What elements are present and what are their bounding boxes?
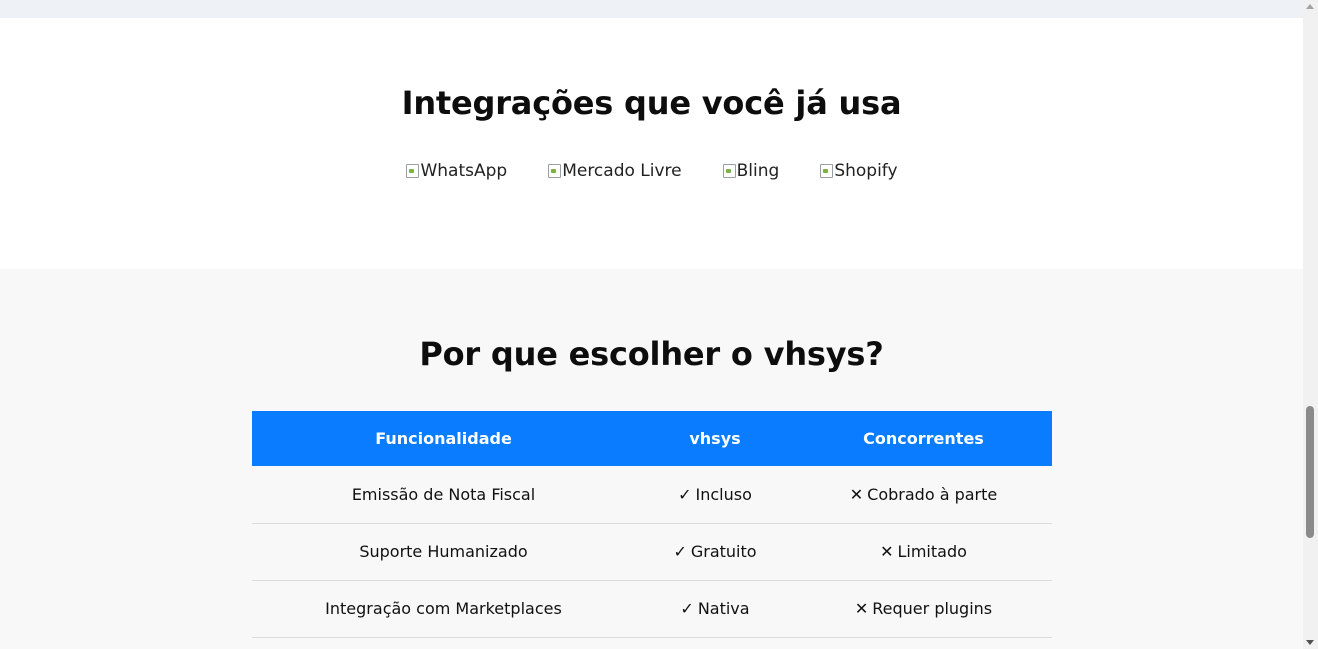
vhsys-value: Nativa: [697, 599, 750, 618]
check-icon: ✓: [680, 599, 694, 618]
logo-alt-text: Bling: [736, 161, 780, 181]
logo-whatsapp: WhatsApp: [405, 159, 507, 183]
vhsys-value: Incluso: [695, 484, 752, 504]
check-icon: ✓: [678, 484, 692, 504]
integrations-section: Integrações que você já usa WhatsApp Mer…: [0, 18, 1303, 269]
cross-icon: ✕: [849, 484, 864, 504]
table-row: Suporte Humanizado ✓ Gratuito ✕ Limitado: [252, 523, 1052, 581]
feature-cell: Emissão de Nota Fiscal: [252, 466, 635, 524]
competitors-value: Requer plugins: [872, 599, 993, 618]
vhsys-cell: ✓ Nativa: [635, 580, 795, 638]
logo-alt-text: WhatsApp: [420, 161, 508, 181]
broken-image-icon: [405, 163, 420, 179]
logo-mercado-livre: Mercado Livre: [547, 159, 682, 183]
competitors-value: Cobrado à parte: [867, 484, 998, 504]
cross-icon: ✕: [854, 599, 869, 618]
check-icon: ✓: [673, 542, 687, 561]
competitors-cell: ✕ Limitado: [795, 523, 1052, 581]
page-scrollbar[interactable]: [1303, 0, 1318, 649]
scroll-down-arrow-icon[interactable]: [1306, 640, 1314, 645]
integration-logos: WhatsApp Mercado Livre Bling Shopify: [0, 159, 1303, 183]
competitors-cell: ✕ Cobrado à parte: [795, 466, 1052, 524]
integrations-title: Integrações que você já usa: [401, 84, 902, 122]
table-row: Emissão de Nota Fiscal ✓ Incluso ✕ Cobrado…: [252, 466, 1052, 524]
feature-cell: Suporte Humanizado: [252, 523, 635, 581]
logo-alt-text: Shopify: [834, 161, 898, 181]
top-section-edge: [0, 0, 1303, 18]
header-competitors: Concorrentes: [795, 411, 1052, 466]
feature-cell: Integração com Marketplaces: [252, 580, 635, 638]
competitors-cell: ✕ Requer plugins: [795, 580, 1052, 638]
table-header-row: Funcionalidade vhsys Concorrentes: [252, 411, 1052, 466]
comparison-table: Funcionalidade vhsys Concorrentes Emissã…: [252, 411, 1052, 638]
vhsys-value: Gratuito: [690, 542, 757, 561]
cross-icon: ✕: [880, 542, 894, 561]
header-vhsys: vhsys: [635, 411, 795, 466]
why-choose-title: Por que escolher o vhsys?: [419, 335, 884, 373]
broken-image-icon: [547, 163, 562, 179]
scroll-up-arrow-icon[interactable]: [1306, 4, 1314, 9]
vhsys-cell: ✓ Gratuito: [635, 523, 795, 581]
vhsys-cell: ✓ Incluso: [635, 466, 795, 524]
scrollbar-thumb[interactable]: [1306, 406, 1314, 538]
logo-alt-text: Mercado Livre: [562, 161, 682, 181]
header-feature: Funcionalidade: [252, 411, 635, 466]
logo-bling: Bling: [722, 159, 780, 183]
table-row: Integração com Marketplaces ✓ Nativa ✕ Req…: [252, 580, 1052, 638]
why-choose-section: Por que escolher o vhsys? Funcionalidade…: [0, 269, 1303, 649]
broken-image-icon: [722, 163, 736, 179]
competitors-value: Limitado: [897, 542, 967, 561]
logo-shopify: Shopify: [819, 159, 898, 183]
broken-image-icon: [819, 163, 834, 179]
